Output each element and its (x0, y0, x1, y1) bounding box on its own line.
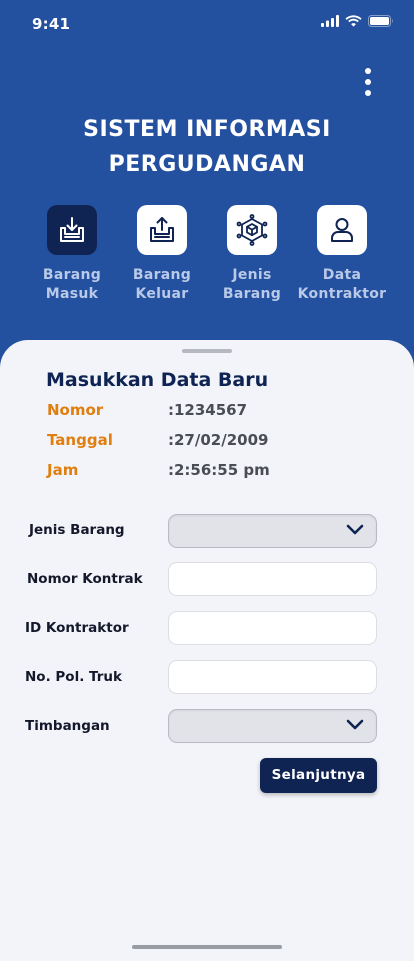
nav-icon-tile (317, 205, 367, 255)
info-label: Nomor (47, 401, 104, 419)
chevron-down-icon (346, 719, 364, 730)
info-value: :2:56:55 pm (168, 461, 270, 479)
nav-label-line2: Kontraktor (297, 286, 387, 302)
nav-label-line2: Barang (222, 286, 282, 302)
id-kontraktor-input[interactable] (168, 611, 377, 645)
nav-icon-tile (227, 205, 277, 255)
cube-network-icon (236, 214, 268, 246)
nomor-kontrak-input[interactable] (168, 562, 377, 596)
nav-label: Data Kontraktor (298, 266, 387, 304)
battery-icon (368, 15, 393, 27)
nav-label-line1: Barang (42, 267, 102, 283)
inbox-download-icon (60, 217, 84, 242)
nomor-kontrak-label: Nomor Kontrak (27, 571, 143, 587)
nav-label-line1: Data (322, 267, 362, 283)
form-sheet: Masukkan Data Baru Nomor :1234567 Tangga… (0, 340, 414, 961)
info-value: :27/02/2009 (168, 431, 269, 449)
info-label: Tanggal (47, 431, 113, 449)
info-label: Jam (47, 461, 79, 479)
jenis-barang-select[interactable] (168, 514, 377, 548)
status-bar: 9:41 (0, 0, 414, 48)
app-title: SISTEM INFORMASI PERGUDANGAN (0, 112, 414, 182)
next-button[interactable]: Selanjutnya (260, 758, 377, 793)
nav-item-jenis-barang[interactable]: Jenis Barang (207, 205, 297, 304)
nav-label: Barang Keluar (133, 266, 191, 304)
inbox-upload-icon (150, 217, 174, 242)
id-kontraktor-label: ID Kontraktor (25, 620, 129, 636)
more-options-button[interactable] (360, 66, 376, 98)
app-title-line1: SISTEM INFORMASI (83, 117, 331, 142)
nav-item-data-kontraktor[interactable]: Data Kontraktor (297, 205, 387, 304)
sheet-drag-handle[interactable] (182, 349, 232, 353)
nav-icon-tile (47, 205, 97, 255)
more-dot-icon (365, 68, 371, 74)
status-time: 9:41 (32, 15, 71, 33)
more-dot-icon (365, 79, 371, 85)
cellular-signal-icon (321, 15, 339, 27)
nav-label-line1: Jenis (232, 267, 272, 283)
wifi-icon (345, 15, 362, 27)
app-title-line2: PERGUDANGAN (108, 152, 306, 177)
info-value: :1234567 (168, 401, 248, 419)
more-dot-icon (365, 90, 371, 96)
menu-nav: Barang Masuk Barang Keluar Jenis Barang … (0, 205, 414, 315)
chevron-down-icon (346, 524, 364, 535)
nav-icon-tile (137, 205, 187, 255)
user-icon (331, 218, 353, 242)
status-icons (321, 15, 394, 27)
jenis-barang-label: Jenis Barang (29, 522, 125, 538)
nav-label-line2: Masuk (45, 286, 99, 302)
nav-label: Jenis Barang (223, 266, 281, 304)
nav-item-barang-masuk[interactable]: Barang Masuk (27, 205, 117, 304)
nav-label: Barang Masuk (43, 266, 101, 304)
nav-item-barang-keluar[interactable]: Barang Keluar (117, 205, 207, 304)
no-pol-truk-label: No. Pol. Truk (25, 669, 122, 685)
nav-label-line1: Barang (132, 267, 192, 283)
sheet-title: Masukkan Data Baru (46, 369, 269, 391)
home-indicator (132, 945, 282, 949)
no-pol-truk-input[interactable] (168, 660, 377, 694)
timbangan-label: Timbangan (25, 718, 110, 734)
timbangan-select[interactable] (168, 709, 377, 743)
nav-label-line2: Keluar (135, 286, 189, 302)
